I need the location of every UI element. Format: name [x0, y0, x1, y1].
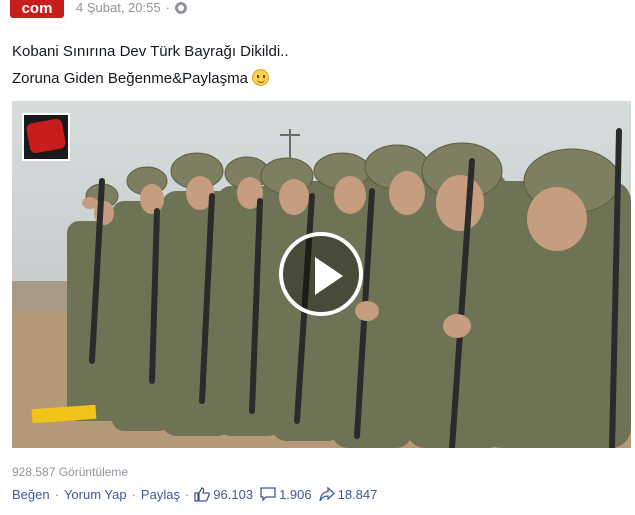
post-message: Kobani Sınırına Dev Türk Bayrağı Dikildi… [12, 38, 289, 92]
comment-count-value: 1.906 [279, 487, 312, 502]
post-line-1: Kobani Sınırına Dev Türk Bayrağı Dikildi… [12, 43, 289, 60]
action-separator: · [54, 487, 59, 502]
share-count[interactable]: 18.847 [318, 487, 378, 502]
page-logo[interactable]: com [10, 0, 64, 18]
share-link[interactable]: Paylaş [141, 487, 180, 502]
post-line-2: Zoruna Giden Beğenme&Paylaşma [12, 70, 248, 87]
post-header: com 4 Şubat, 20:55 · [0, 0, 635, 24]
like-link[interactable]: Beğen [12, 487, 50, 502]
post-line-2-row: Zoruna Giden Beğenme&Paylaşma [12, 65, 289, 92]
share-count-value: 18.847 [337, 487, 378, 502]
meta-separator: · [165, 0, 170, 15]
post-meta: 4 Şubat, 20:55 · [76, 0, 187, 16]
globe-icon[interactable] [174, 2, 187, 14]
post-actions-bar: Beğen · Yorum Yap · Paylaş · 96.103 1.90… [12, 487, 384, 502]
play-button[interactable] [279, 232, 363, 316]
comment-link[interactable]: Yorum Yap [64, 487, 127, 502]
thumbs-up-icon [194, 487, 211, 502]
action-separator: · [131, 487, 136, 502]
smiley-emoticon-icon [251, 69, 269, 86]
view-count: 928.587 Görüntüleme [12, 465, 129, 479]
like-count[interactable]: 96.103 [194, 487, 253, 502]
post-timestamp[interactable]: 4 Şubat, 20:55 [76, 0, 161, 16]
channel-logo-icon [22, 113, 70, 161]
comment-count[interactable]: 1.906 [260, 487, 312, 502]
video-player[interactable] [12, 101, 631, 448]
share-arrow-icon [318, 487, 335, 502]
comment-bubble-icon [260, 487, 276, 502]
action-separator: · [184, 487, 190, 502]
like-count-value: 96.103 [213, 487, 254, 502]
